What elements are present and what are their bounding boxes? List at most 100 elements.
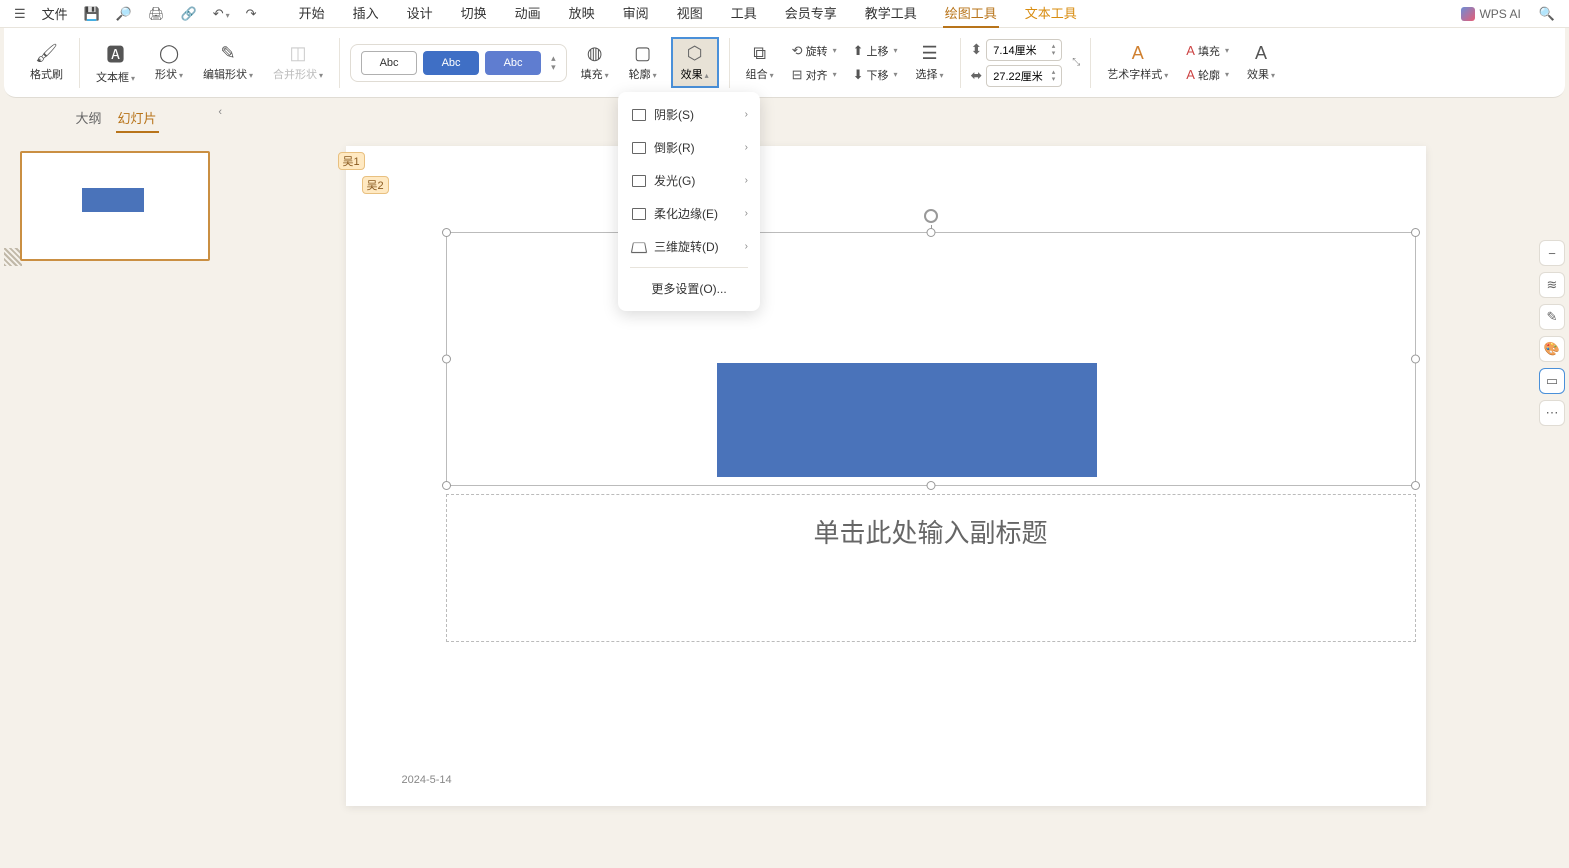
comment-marker-1[interactable]: 吴1 (338, 152, 365, 170)
textbox-button[interactable]: 🅰文本框▾ (90, 37, 141, 89)
art-style-label: 艺术字样式▾ (1107, 66, 1168, 82)
size-dialog-launcher[interactable]: ⤡ (1072, 57, 1080, 68)
menu-soft-edge[interactable]: 柔化边缘(E)› (618, 197, 760, 230)
move-up-button[interactable]: ⬆上移▾ (849, 41, 902, 61)
collapse-icon[interactable]: ‹ (218, 106, 222, 118)
save-icon[interactable]: 💾 (78, 2, 106, 26)
chevron-right-icon: › (745, 208, 748, 219)
tab-review[interactable]: 审阅 (621, 0, 651, 28)
move-down-button[interactable]: ⬇下移▾ (849, 65, 902, 85)
shadow-icon (632, 109, 646, 121)
resize-handle[interactable] (1411, 355, 1420, 364)
title-placeholder[interactable] (446, 232, 1416, 486)
search-icon[interactable]: 🔍 (1533, 2, 1561, 26)
align-button[interactable]: ⊟对齐▾ (788, 65, 841, 85)
date-stamp: 2024-5-14 (402, 774, 452, 786)
chevron-right-icon: › (745, 241, 748, 252)
resize-handle[interactable] (442, 481, 451, 490)
chevron-right-icon: › (745, 142, 748, 153)
fill-icon: ◍ (587, 43, 603, 64)
resize-handle[interactable] (442, 228, 451, 237)
spinner-icon[interactable]: ▴▾ (1052, 69, 1056, 83)
rotate-button[interactable]: ⟲旋转▾ (788, 41, 841, 61)
resize-handle[interactable] (926, 481, 935, 490)
subtitle-placeholder[interactable]: 单击此处输入副标题 (446, 494, 1416, 642)
text-effect-icon: A (1255, 43, 1267, 64)
menu-shadow[interactable]: 阴影(S)› (618, 98, 760, 131)
edit-shape-button[interactable]: ✎编辑形状▾ (197, 39, 259, 86)
tab-slides[interactable]: 幻灯片 (116, 104, 159, 133)
tab-slideshow[interactable]: 放映 (567, 0, 597, 28)
wps-ai-button[interactable]: WPS AI (1453, 7, 1528, 21)
height-input-group: ⬍ 7.14厘米▴▾ (971, 39, 1063, 61)
resize-handle[interactable] (926, 228, 935, 237)
print-preview-icon[interactable]: 🔎 (110, 2, 138, 26)
resize-handle[interactable] (1411, 228, 1420, 237)
tab-outline[interactable]: 大纲 (73, 104, 103, 133)
menu-icon[interactable]: ☰ (8, 2, 32, 26)
resize-handle[interactable] (442, 355, 451, 364)
tab-animation[interactable]: 动画 (513, 0, 543, 28)
tab-transition[interactable]: 切换 (459, 0, 489, 28)
rotate-handle[interactable] (924, 209, 938, 223)
effect-button[interactable]: ⬡效果▴ (671, 37, 719, 88)
merge-shape-icon: ◫ (290, 43, 307, 64)
menu-rotate3d[interactable]: 三维旋转(D)› (618, 230, 760, 263)
gallery-more-icon[interactable]: ▴▾ (547, 54, 556, 72)
zoom-out-button[interactable]: − (1539, 240, 1565, 266)
style-swatch-2[interactable]: Abc (423, 51, 479, 75)
spinner-icon[interactable]: ▴▾ (1052, 43, 1056, 57)
select-button[interactable]: ☰选择▾ (910, 39, 950, 86)
display-button[interactable]: ▭ (1539, 368, 1565, 394)
text-fill-button[interactable]: A填充▾ (1182, 41, 1233, 61)
format-painter-label: 格式刷 (30, 66, 63, 82)
tab-start[interactable]: 开始 (297, 0, 327, 28)
menu-reflection[interactable]: 倒影(R)› (618, 131, 760, 164)
up-icon: ⬆ (853, 43, 864, 59)
tab-design[interactable]: 设计 (405, 0, 435, 28)
redo-icon[interactable]: ↷ (240, 2, 263, 26)
tab-view[interactable]: 视图 (675, 0, 705, 28)
width-input[interactable]: 27.22厘米▴▾ (986, 65, 1062, 87)
art-style-button[interactable]: A艺术字样式▾ (1101, 39, 1174, 86)
group-label: 组合▾ (746, 66, 774, 82)
shape-style-gallery[interactable]: Abc Abc Abc ▴▾ (350, 44, 567, 82)
height-input[interactable]: 7.14厘米▴▾ (986, 39, 1062, 61)
palette-button[interactable]: 🎨 (1539, 336, 1565, 362)
tab-tools[interactable]: 工具 (729, 0, 759, 28)
fill-button[interactable]: ◍填充▾ (575, 39, 615, 86)
textbox-icon: 🅰 (107, 41, 125, 67)
menu-glow[interactable]: 发光(G)› (618, 164, 760, 197)
text-outline-button[interactable]: A轮廓▾ (1182, 65, 1233, 85)
outline-button[interactable]: ▢轮廓▾ (623, 39, 663, 86)
tab-drawing-tools[interactable]: 绘图工具 (943, 0, 999, 28)
tab-vip[interactable]: 会员专享 (783, 0, 839, 28)
move-down-label: 下移 (866, 67, 888, 83)
share-icon[interactable]: 🔗 (175, 2, 203, 26)
soft-edge-icon (632, 208, 646, 220)
menu-more-settings[interactable]: 更多设置(O)... (618, 272, 760, 305)
print-icon[interactable]: 🖨 (142, 2, 171, 26)
brush-icon: 🖌 (35, 43, 58, 64)
height-icon: ⬍ (971, 41, 983, 58)
tab-text-tools[interactable]: 文本工具 (1023, 0, 1079, 28)
style-swatch-3[interactable]: Abc (485, 51, 541, 75)
file-menu[interactable]: 文件 (36, 4, 74, 23)
shapes-button[interactable]: ◯形状▾ (149, 39, 189, 86)
pencil-button[interactable]: ✎ (1539, 304, 1565, 330)
style-swatch-1[interactable]: Abc (361, 51, 417, 75)
undo-icon[interactable]: ↶▾ (207, 2, 236, 26)
more-button[interactable]: ⋯ (1539, 400, 1565, 426)
layers-button[interactable]: ≋ (1539, 272, 1565, 298)
comment-marker-2[interactable]: 吴2 (362, 176, 389, 194)
tab-teaching[interactable]: 教学工具 (863, 0, 919, 28)
tab-insert[interactable]: 插入 (351, 0, 381, 28)
resize-handle[interactable] (1411, 481, 1420, 490)
slide-thumbnail-1[interactable] (20, 151, 210, 261)
slide-canvas[interactable]: 吴1 吴2 单击此处输入副标题 2024-5-14 (346, 146, 1426, 806)
group-button[interactable]: ⧉组合▾ (740, 39, 780, 86)
text-effect-button[interactable]: A效果▾ (1241, 39, 1281, 86)
blue-rectangle-shape[interactable] (717, 363, 1097, 477)
text-fill-label: 填充 (1198, 43, 1220, 59)
format-painter-button[interactable]: 🖌 格式刷 (24, 39, 69, 86)
